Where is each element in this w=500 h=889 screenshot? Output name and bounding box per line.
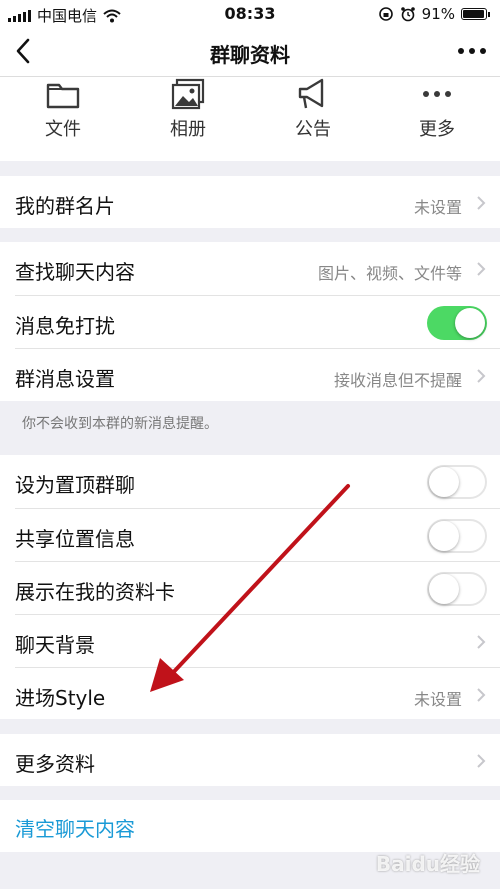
row-label: 更多资料: [15, 752, 95, 776]
row-label: 群消息设置: [15, 367, 115, 391]
row-show-on-profile: 展示在我的资料卡: [0, 562, 500, 615]
row-label: 设为置顶群聊: [15, 473, 135, 497]
group-display-settings: 设为置顶群聊 共享位置信息 展示在我的资料卡 聊天背景 进场Style 未设置: [0, 455, 500, 719]
chevron-right-icon: [477, 369, 486, 383]
watermark: Baidu经验: [375, 852, 480, 876]
status-right: 91%: [378, 5, 490, 23]
group-chat-settings: 查找聊天内容 图片、视频、文件等 消息免打扰 群消息设置 接收消息但不提醒: [0, 242, 500, 401]
row-group-nickname[interactable]: 我的群名片 未设置: [0, 176, 500, 229]
more-dots-icon: [423, 91, 451, 97]
quick-actions: 文件 相册 公告 更多: [0, 77, 500, 161]
battery-percent: 91%: [421, 5, 455, 23]
mute-toggle[interactable]: [427, 306, 487, 340]
more-menu-icon[interactable]: [458, 48, 486, 54]
alarm-icon: [400, 7, 415, 22]
quick-album[interactable]: 相册: [138, 77, 238, 141]
row-share-location: 共享位置信息: [0, 509, 500, 562]
group-nickname: 我的群名片 未设置: [0, 176, 500, 228]
chevron-right-icon: [477, 196, 486, 210]
rotation-lock-icon: [378, 7, 393, 21]
quick-announcement-label: 公告: [295, 119, 331, 140]
row-value: 图片、视频、文件等: [317, 264, 462, 283]
row-value: 接收消息但不提醒: [333, 371, 462, 390]
chevron-right-icon: [477, 262, 486, 276]
row-entrance-style[interactable]: 进场Style 未设置: [0, 668, 500, 721]
row-value: 未设置: [413, 690, 462, 709]
quick-files-label: 文件: [45, 119, 81, 140]
folder-icon: [46, 83, 80, 109]
share-location-toggle[interactable]: [427, 519, 487, 553]
row-label: 进场Style: [15, 686, 106, 710]
row-label: 共享位置信息: [15, 527, 135, 551]
row-message-settings[interactable]: 群消息设置 接收消息但不提醒: [0, 349, 500, 402]
row-label: 聊天背景: [15, 633, 95, 657]
row-pin-chat: 设为置顶群聊: [0, 455, 500, 508]
row-label: 查找聊天内容: [15, 260, 135, 284]
chevron-right-icon: [477, 688, 486, 702]
row-mute: 消息免打扰: [0, 296, 500, 349]
row-search-chat[interactable]: 查找聊天内容 图片、视频、文件等: [0, 242, 500, 295]
clear-chat-button[interactable]: 清空聊天内容: [15, 813, 135, 842]
megaphone-icon: [298, 78, 324, 109]
pin-toggle[interactable]: [427, 465, 487, 499]
nav-bar: 群聊资料: [0, 28, 500, 77]
row-more-info[interactable]: 更多资料: [0, 734, 500, 787]
quick-more-label: 更多: [419, 119, 455, 140]
quick-more[interactable]: 更多: [387, 77, 487, 141]
group-more-info: 更多资料: [0, 734, 500, 786]
battery-icon: [461, 8, 487, 20]
row-label: 消息免打扰: [15, 314, 115, 338]
quick-announcement[interactable]: 公告: [263, 77, 363, 141]
page-title: 群聊资料: [210, 43, 290, 67]
battery-cap: [488, 11, 490, 17]
row-value: 未设置: [413, 198, 462, 217]
photo-album-icon: [171, 78, 205, 110]
chevron-right-icon: [477, 635, 486, 649]
mute-note: 你不会收到本群的新消息提醒。: [22, 416, 218, 432]
show-on-profile-toggle[interactable]: [427, 572, 487, 606]
chevron-right-icon: [477, 754, 486, 768]
row-chat-background[interactable]: 聊天背景: [0, 615, 500, 668]
quick-album-label: 相册: [170, 119, 206, 140]
quick-files[interactable]: 文件: [13, 77, 113, 141]
row-label: 我的群名片: [15, 194, 115, 218]
row-label: 展示在我的资料卡: [15, 580, 175, 604]
status-bar: 中国电信 08:33 91%: [0, 0, 500, 28]
